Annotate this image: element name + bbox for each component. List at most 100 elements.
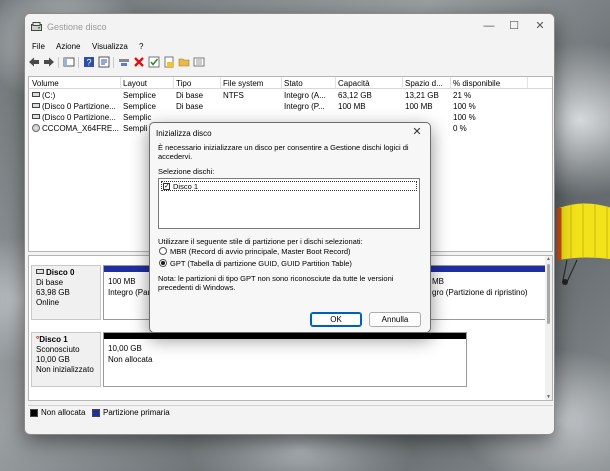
partition-size: 100 MB	[108, 277, 136, 286]
disk-1-title: °Disco 1	[36, 335, 68, 344]
disk-1-type: Sconosciuto	[36, 345, 80, 354]
disk-select-item[interactable]: ✓ Disco 1	[161, 181, 417, 191]
column-file-system[interactable]: File system	[223, 79, 263, 89]
ok-button[interactable]: OK	[310, 312, 362, 327]
menu-azione[interactable]: Azione	[56, 42, 80, 51]
mbr-radio-label[interactable]: MBR (Record di avvio principale, Master …	[170, 247, 350, 256]
disk-0-partition-recovery[interactable]: MB gro (Partizione di ripristino)	[427, 265, 547, 320]
show-hide-tree-icon[interactable]	[63, 56, 75, 68]
forward-arrow-icon[interactable]	[43, 56, 55, 68]
partition-status: Integro (Par	[108, 288, 151, 297]
scrollbar-thumb[interactable]	[547, 264, 550, 324]
disk-checkbox[interactable]: ✓	[163, 183, 170, 190]
optical-drive-icon	[32, 124, 40, 132]
scroll-down-icon[interactable]: ▼	[545, 394, 552, 400]
view-list-icon[interactable]	[193, 56, 205, 68]
export-icon[interactable]	[163, 56, 175, 68]
select-disks-label: Selezione dischi:	[158, 167, 215, 176]
cell-layout: Sempli	[123, 124, 148, 133]
table-row[interactable]: (C:) Semplice Di base NTFS Integro (A...…	[29, 91, 552, 101]
gpt-radio[interactable]	[159, 259, 167, 267]
gpt-note-line: precedenti di Windows.	[158, 283, 236, 292]
cancel-button[interactable]: Annulla	[369, 312, 421, 327]
dialog-title: Inizializza disco	[156, 129, 212, 138]
column-separator[interactable]	[402, 77, 403, 89]
disk-0-size: 63,98 GB	[36, 288, 70, 297]
mbr-radio[interactable]	[159, 247, 167, 255]
toolbar-separator	[113, 57, 114, 68]
column-separator[interactable]	[173, 77, 174, 89]
folder-icon[interactable]	[178, 56, 190, 68]
table-row[interactable]: (Disco 0 Partizione... Semplice Di base …	[29, 102, 552, 112]
column-capacita[interactable]: Capacità	[338, 79, 370, 89]
cell-spazio: 13,21 GB	[405, 91, 439, 100]
cell-volume: (Disco 0 Partizione...	[32, 113, 120, 122]
gpt-radio-label[interactable]: GPT (Tabella di partizione GUID, GUID Pa…	[170, 259, 352, 268]
partition-info: MB gro (Partizione di ripristino)	[432, 276, 528, 298]
delete-icon[interactable]	[133, 56, 145, 68]
disk-select-label: Disco 1	[173, 182, 199, 191]
vertical-scrollbar[interactable]: ▲ ▼	[545, 256, 552, 400]
cell-stato: Integro (P...	[284, 102, 325, 111]
partition-status: Non allocata	[108, 355, 153, 364]
scroll-up-icon[interactable]: ▲	[545, 256, 552, 262]
column-layout[interactable]: Layout	[123, 79, 147, 89]
close-button[interactable]: ✕	[530, 19, 550, 33]
column-separator[interactable]	[220, 77, 221, 89]
cell-volume-text: (Disco 0 Partizione...	[42, 113, 116, 122]
disk-select-list[interactable]: ✓ Disco 1	[158, 178, 420, 229]
disk-1-label[interactable]: °Disco 1 Sconosciuto 10,00 GB Non inizia…	[31, 332, 101, 387]
partition-style-label: Utilizzare il seguente stile di partizio…	[158, 237, 363, 246]
toolbar-separator	[78, 57, 79, 68]
maximize-button[interactable]: ☐	[504, 19, 524, 33]
minimize-button[interactable]: —	[479, 19, 499, 33]
disk-icon	[36, 269, 44, 274]
column-separator[interactable]	[120, 77, 121, 89]
cell-capacita: 100 MB	[338, 102, 366, 111]
drive-icon	[32, 92, 40, 97]
column-volume[interactable]: Volume	[32, 79, 59, 89]
cell-layout: Semplic	[123, 113, 152, 122]
disk-1-unallocated[interactable]: 10,00 GB Non allocata	[103, 332, 467, 387]
dialog-intro-line: accedervi.	[158, 152, 193, 161]
cell-volume-text: (Disco 0 Partizione...	[42, 102, 116, 111]
disk-management-app-icon	[31, 22, 42, 31]
column-separator[interactable]	[335, 77, 336, 89]
column-percent-disponibile[interactable]: % disponibile	[453, 79, 500, 89]
initialize-disk-dialog: Inizializza disco ✕ È necessario inizial…	[149, 122, 431, 333]
column-stato[interactable]: Stato	[284, 79, 303, 89]
back-arrow-icon[interactable]	[28, 56, 40, 68]
disk-1-status: Non inizializzato	[36, 365, 94, 374]
help-icon[interactable]: ?	[83, 56, 95, 68]
check-icon[interactable]	[148, 56, 160, 68]
disk-0-type: Di base	[36, 278, 64, 287]
gpt-note-line: Nota: le partizioni di tipo GPT non sono…	[158, 274, 394, 283]
column-separator[interactable]	[281, 77, 282, 89]
cell-volume-text: (C:)	[42, 91, 56, 100]
menu-visualizza[interactable]: Visualizza	[92, 42, 128, 51]
disk-0-status: Online	[36, 298, 60, 307]
window-title: Gestione disco	[47, 22, 107, 32]
menu-help[interactable]: ?	[139, 42, 143, 51]
column-spazio-disponibile[interactable]: Spazio d...	[405, 79, 443, 89]
menu-file[interactable]: File	[32, 42, 45, 51]
cell-capacita: 63,12 GB	[338, 91, 372, 100]
title-bar: Gestione disco — ☐ ✕	[25, 14, 554, 39]
toolbar-separator	[58, 57, 59, 68]
dialog-close-button[interactable]: ✕	[410, 125, 424, 139]
column-tipo[interactable]: Tipo	[176, 79, 191, 89]
cell-percent: 100 %	[453, 113, 476, 122]
column-separator[interactable]	[527, 77, 528, 89]
partition-size: 10,00 GB	[108, 344, 142, 353]
svg-text:?: ?	[86, 58, 91, 68]
properties-icon[interactable]	[98, 56, 110, 68]
connect-icon[interactable]	[118, 56, 130, 68]
unallocated-bar	[104, 333, 466, 339]
cell-tipo: Di base	[176, 91, 204, 100]
legend-unallocated-label: Non allocata	[41, 408, 86, 417]
cell-layout: Semplice	[123, 102, 156, 111]
disk-0-label[interactable]: Disco 0 Di base 63,98 GB Online	[31, 265, 101, 320]
cell-percent: 0 %	[453, 124, 467, 133]
column-separator[interactable]	[450, 77, 451, 89]
cell-percent: 100 %	[453, 102, 476, 111]
